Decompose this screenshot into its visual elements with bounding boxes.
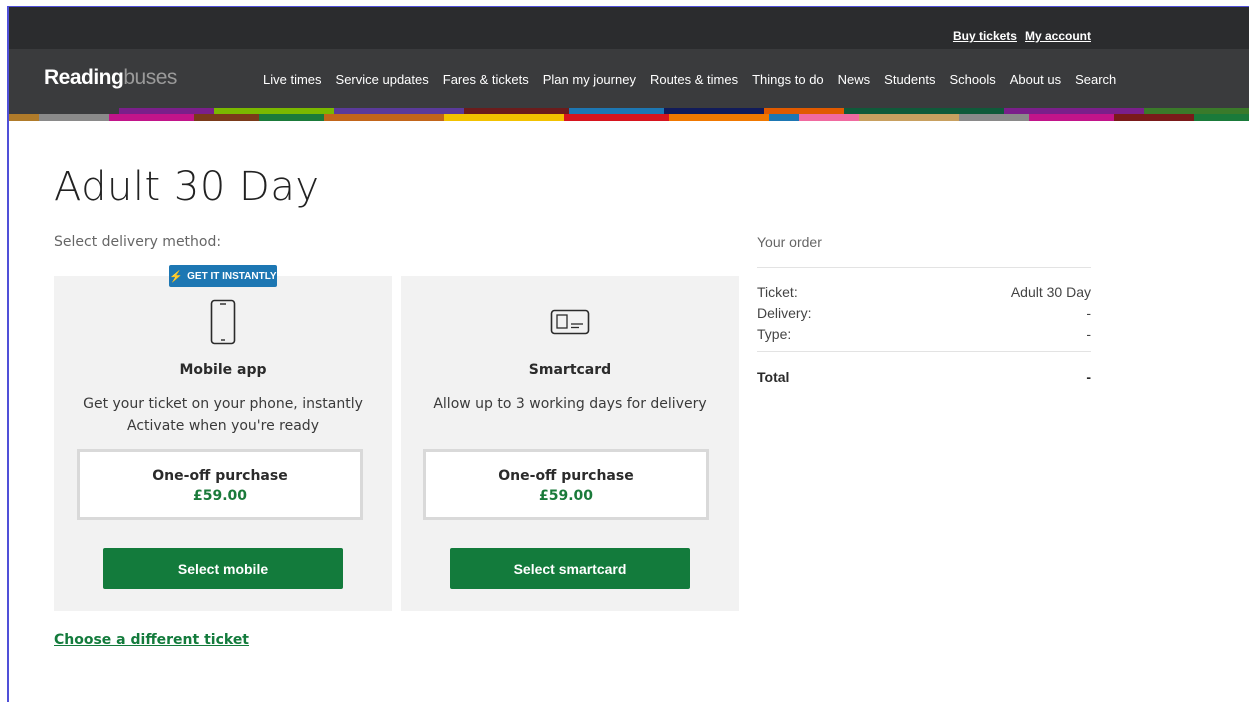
order-type-row: Type: -: [757, 326, 1091, 347]
order-total-row: Total -: [757, 369, 1091, 385]
mobile-app-option: Mobile app Get your ticket on your phone…: [54, 276, 392, 611]
buy-tickets-link[interactable]: Buy tickets: [953, 29, 1017, 43]
logo-primary: Reading: [44, 66, 124, 89]
lightning-icon: ⚡: [169, 270, 184, 283]
mobile-app-title: Mobile app: [179, 362, 267, 378]
mobile-desc-line-2: Activate when you're ready: [127, 418, 319, 434]
mobile-app-description: Get your ticket on your phone, instantly…: [54, 393, 392, 437]
nav-things-to-do[interactable]: Things to do: [752, 72, 824, 87]
order-type-label: Type:: [757, 326, 792, 342]
choose-different-ticket-link[interactable]: Choose a different ticket: [54, 632, 249, 648]
smartcard-price: £59.00: [538, 488, 594, 504]
smartcard-price-label: One-off purchase: [498, 468, 634, 484]
nav-schools[interactable]: Schools: [950, 72, 996, 87]
page-title: Adult 30 Day: [54, 164, 320, 210]
smartcard-title: Smartcard: [528, 362, 612, 378]
nav-about-us[interactable]: About us: [1010, 72, 1061, 87]
order-heading: Your order: [757, 234, 822, 250]
brand-colour-stripes: [9, 108, 1249, 121]
smartcard-icon: [401, 309, 739, 335]
order-divider-1: [757, 267, 1091, 268]
nav-service-updates[interactable]: Service updates: [336, 72, 429, 87]
mobile-price-box[interactable]: One-off purchase £59.00: [77, 449, 363, 520]
nav-students[interactable]: Students: [884, 72, 935, 87]
order-delivery-row: Delivery: -: [757, 305, 1091, 326]
smartcard-price-box[interactable]: One-off purchase £59.00: [423, 449, 709, 520]
reading-buses-logo[interactable]: Readingbuses: [44, 66, 177, 90]
nav-live-times[interactable]: Live times: [263, 72, 322, 87]
order-summary: Your order Ticket: Adult 30 Day Delivery…: [757, 234, 1091, 385]
mobile-price: £59.00: [192, 488, 248, 504]
delivery-method-label: Select delivery method:: [54, 234, 222, 250]
order-total-value: -: [1086, 369, 1091, 385]
nav-search[interactable]: Search: [1075, 72, 1116, 87]
order-delivery-value: -: [1086, 305, 1091, 321]
order-delivery-label: Delivery:: [757, 305, 812, 321]
order-divider-2: [757, 351, 1091, 352]
smartcard-option: Smartcard Allow up to 3 working days for…: [401, 276, 739, 611]
logo-secondary: buses: [123, 66, 177, 89]
nav-fares-tickets[interactable]: Fares & tickets: [443, 72, 529, 87]
order-ticket-value: Adult 30 Day: [1010, 284, 1091, 300]
nav-news[interactable]: News: [838, 72, 871, 87]
mobile-desc-line-1: Get your ticket on your phone, instantly: [83, 396, 363, 412]
my-account-link[interactable]: My account: [1025, 29, 1091, 43]
mobile-price-label: One-off purchase: [152, 468, 288, 484]
order-ticket-label: Ticket:: [757, 284, 798, 300]
select-smartcard-button[interactable]: Select smartcard: [450, 548, 690, 589]
nav-plan-journey[interactable]: Plan my journey: [543, 72, 636, 87]
order-type-value: -: [1086, 326, 1091, 342]
main-nav: Live times Service updates Fares & ticke…: [263, 72, 1130, 87]
badge-label: GET IT INSTANTLY: [187, 270, 277, 282]
phone-icon: [54, 299, 392, 345]
nav-routes-times[interactable]: Routes & times: [650, 72, 738, 87]
order-total-label: Total: [757, 369, 790, 385]
utility-bar: Buy tickets My account: [9, 7, 1249, 49]
utility-links: Buy tickets My account: [953, 29, 1091, 43]
order-ticket-row: Ticket: Adult 30 Day: [757, 284, 1091, 305]
get-it-instantly-badge: ⚡ GET IT INSTANTLY: [169, 265, 277, 287]
select-mobile-button[interactable]: Select mobile: [103, 548, 343, 589]
smartcard-description: Allow up to 3 working days for delivery: [433, 396, 707, 412]
